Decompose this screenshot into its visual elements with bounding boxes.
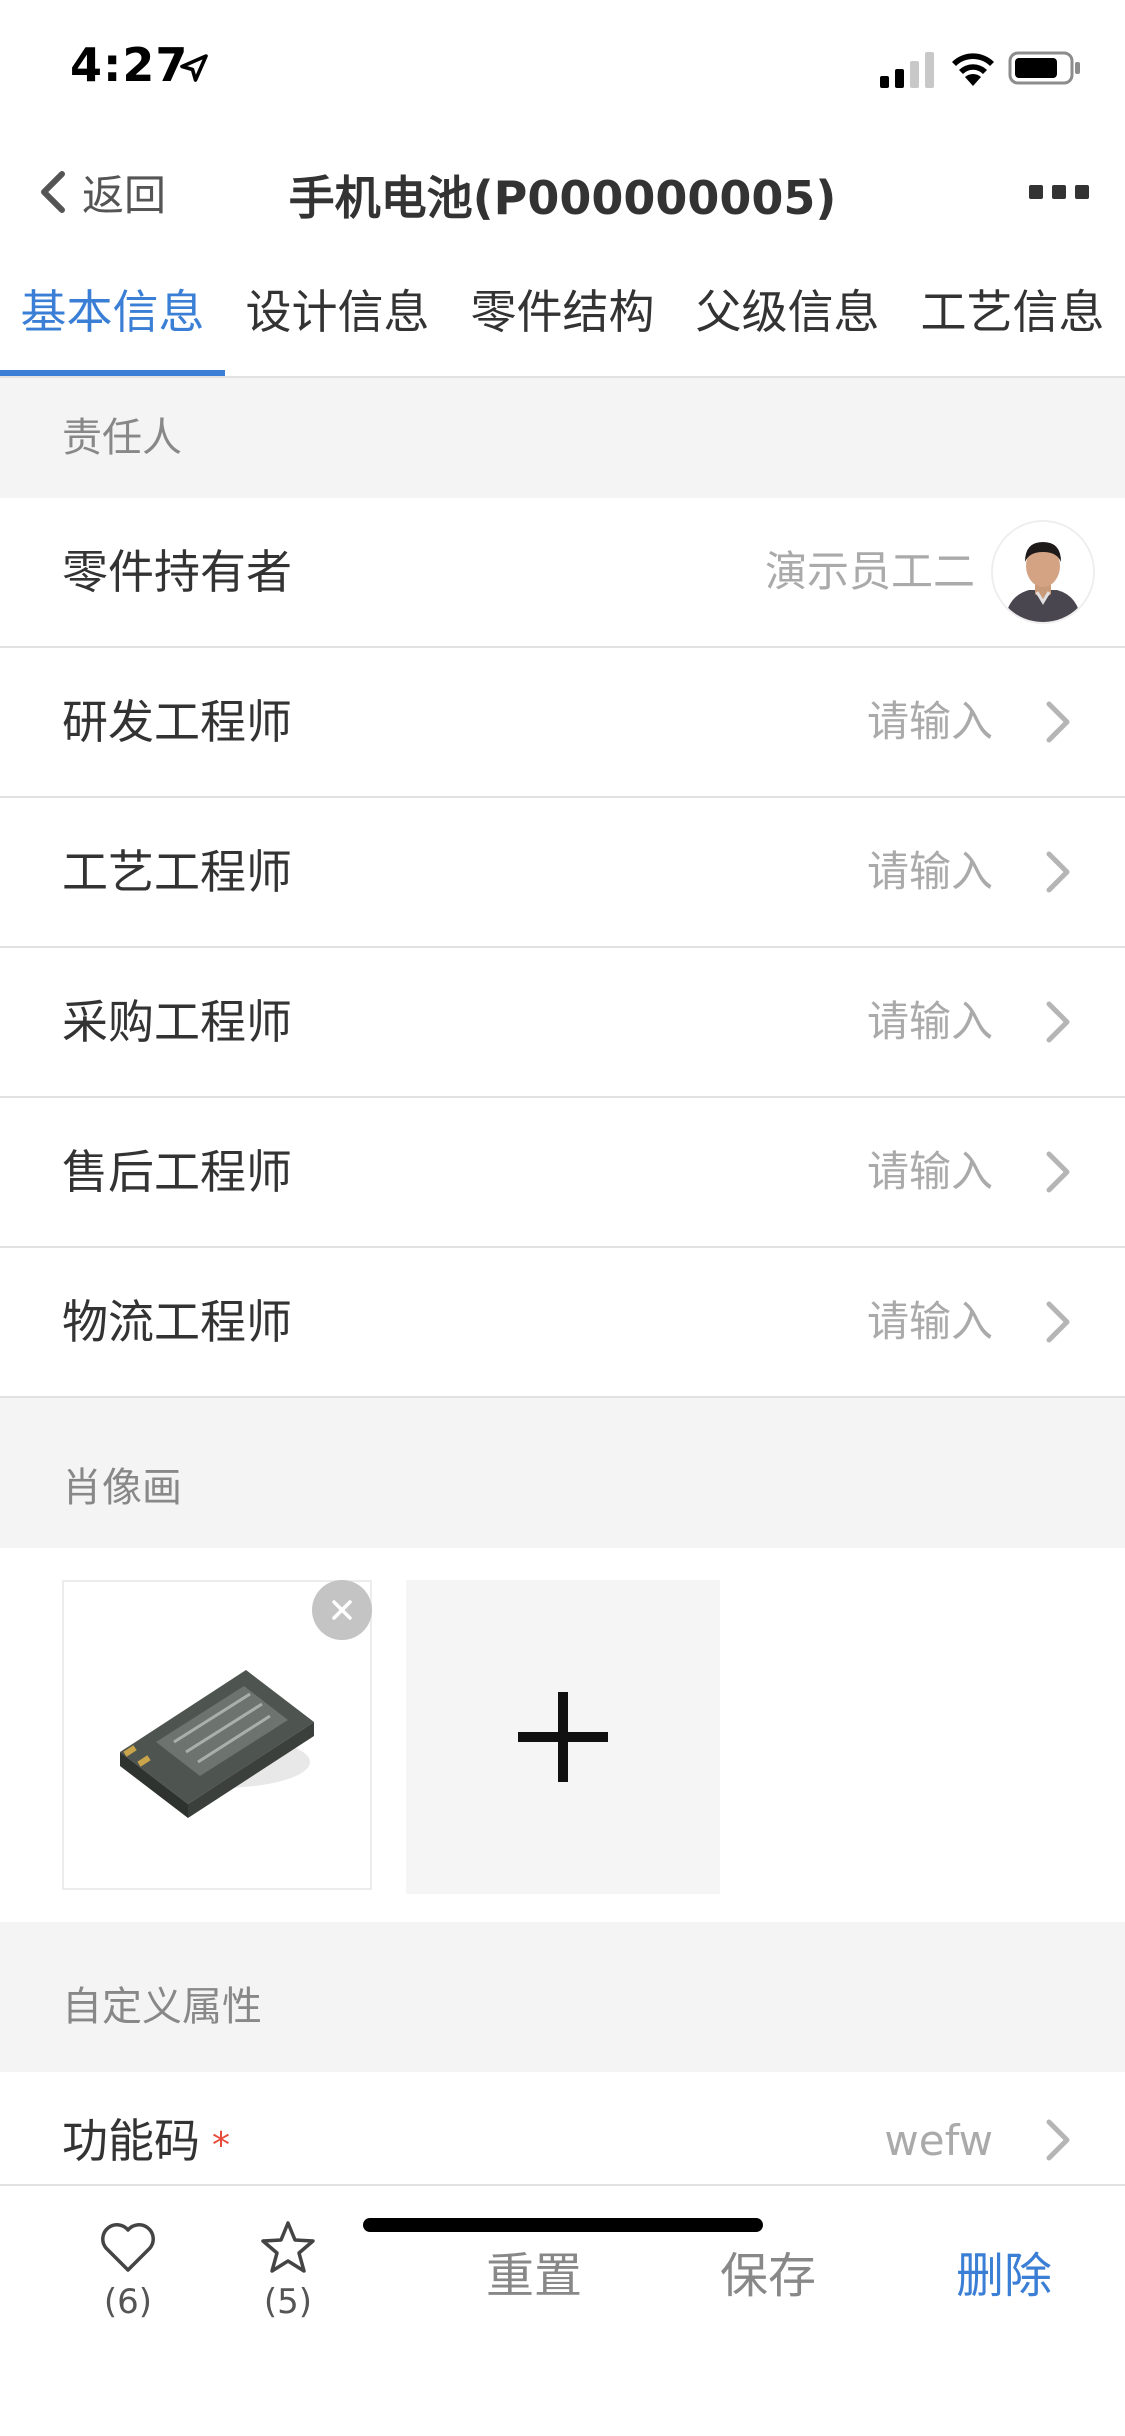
favorite-button[interactable]: (5) [228, 2204, 348, 2322]
row-label: 研发工程师 [62, 695, 292, 749]
status-time: 4:27 [70, 38, 189, 92]
row-value: 请输入 [866, 1147, 993, 1196]
row-value: 请输入 [866, 847, 993, 896]
chevron-right-icon [1046, 701, 1070, 743]
chevron-right-icon [1046, 2119, 1070, 2161]
row-label: 售后工程师 [62, 1145, 292, 1199]
navigation-bar: 返回 手机电池(P000000005) [0, 132, 1125, 252]
more-dots-icon [1075, 185, 1089, 199]
row-label: 功能码 [62, 2114, 200, 2168]
like-count: (6) [103, 2282, 153, 2322]
row-value: 演示员工二 [764, 547, 975, 596]
more-dots-icon [1029, 185, 1043, 199]
tab-process-info[interactable]: 工艺信息 [900, 252, 1125, 376]
chevron-right-icon [1046, 851, 1070, 893]
row-part-owner[interactable]: 零件持有者 演示员工二 [0, 498, 1125, 648]
status-bar: 4:27 [0, 0, 1125, 132]
chevron-right-icon [1046, 1151, 1070, 1193]
reset-button[interactable]: 重置 [486, 2236, 582, 2306]
tab-part-structure[interactable]: 零件结构 [450, 252, 675, 376]
location-arrow-icon [180, 54, 208, 82]
wifi-icon [952, 53, 994, 86]
tab-basic-info[interactable]: 基本信息 [0, 252, 225, 376]
like-button[interactable]: (6) [68, 2204, 188, 2322]
row-label: 工艺工程师 [62, 845, 292, 899]
remove-image-button[interactable] [312, 1580, 372, 1640]
row-label: 物流工程师 [62, 1295, 292, 1349]
home-indicator[interactable] [363, 2218, 763, 2232]
back-label: 返回 [82, 170, 167, 220]
row-label: 零件持有者 [62, 545, 292, 599]
chevron-right-icon [1046, 1001, 1070, 1043]
required-mark: * [212, 2125, 230, 2166]
row-value: 请输入 [866, 1297, 993, 1346]
row-purchasing-engineer[interactable]: 采购工程师 请输入 [0, 948, 1125, 1098]
save-button[interactable]: 保存 [720, 2236, 816, 2306]
add-image-button[interactable] [406, 1580, 720, 1894]
star-icon [261, 2221, 315, 2273]
app-screen: 4:27 返回 手机电池(P000000005) 基本信息 设计信息 零件结构 … [0, 0, 1125, 2436]
tab-bar: 基本信息 设计信息 零件结构 父级信息 工艺信息 [0, 252, 1125, 378]
chevron-right-icon [1046, 1301, 1070, 1343]
back-button[interactable]: 返回 [36, 158, 166, 226]
section-header-custom-attributes: 自定义属性 [0, 1922, 1125, 2072]
favorite-count: (5) [263, 2282, 313, 2322]
battery-icon [1008, 51, 1080, 85]
row-label: 采购工程师 [62, 995, 292, 1049]
row-value: 请输入 [866, 697, 993, 746]
page-title: 手机电池(P000000005) [288, 171, 837, 225]
row-aftersales-engineer[interactable]: 售后工程师 请输入 [0, 1098, 1125, 1248]
close-icon [332, 1600, 352, 1620]
more-dots-icon [1052, 185, 1066, 199]
avatar[interactable] [991, 520, 1095, 624]
more-button[interactable] [1029, 172, 1089, 212]
row-process-engineer[interactable]: 工艺工程师 请输入 [0, 798, 1125, 948]
section-header-responsible: 责任人 [0, 378, 1125, 498]
chevron-left-icon [41, 171, 65, 213]
person-avatar-icon [993, 522, 1093, 622]
row-logistics-engineer[interactable]: 物流工程师 请输入 [0, 1248, 1125, 1398]
tab-design-info[interactable]: 设计信息 [225, 252, 450, 376]
delete-button[interactable]: 删除 [956, 2236, 1052, 2306]
row-rd-engineer[interactable]: 研发工程师 请输入 [0, 648, 1125, 798]
tab-parent-info[interactable]: 父级信息 [675, 252, 900, 376]
cellular-signal-icon [880, 52, 934, 88]
section-header-portrait: 肖像画 [0, 1398, 1125, 1548]
plus-icon [518, 1692, 608, 1782]
portrait-image-area [0, 1548, 1125, 1922]
row-value: 请输入 [866, 997, 993, 1046]
heart-icon [101, 2223, 155, 2272]
